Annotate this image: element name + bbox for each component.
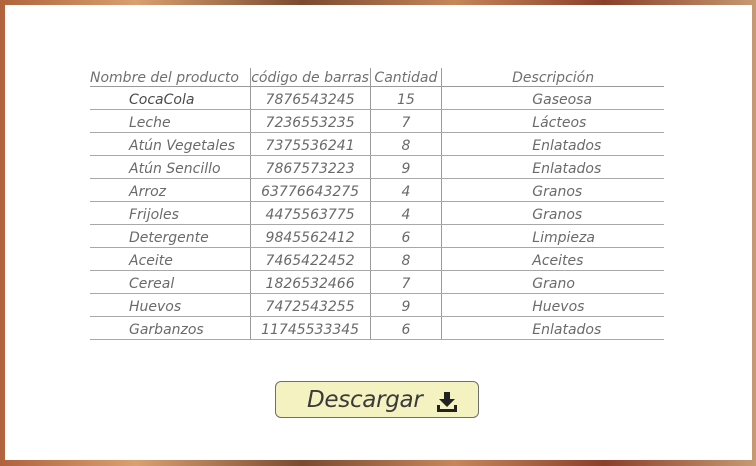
cell-barcode: 1826532466 xyxy=(249,270,371,294)
cell-product-name: Aceite xyxy=(129,253,173,269)
cell-barcode: 7472543255 xyxy=(249,293,371,317)
cell-barcode: 7465422452 xyxy=(249,247,371,271)
table-row: Detergente 9845562412 6 Limpieza xyxy=(90,224,664,248)
cell-description: Huevos xyxy=(441,293,664,317)
table-row: Garbanzos 11745533345 6 Enlatados xyxy=(90,316,664,340)
table-row: Huevos 7472543255 9 Huevos xyxy=(90,293,664,317)
cell-description: Aceites xyxy=(441,247,664,271)
cell-product-name: CocaCola xyxy=(129,92,195,108)
table-row: Aceite 7465422452 8 Aceites xyxy=(90,247,664,271)
cell-barcode: 63776643275 xyxy=(249,178,371,202)
download-button[interactable]: Descargar xyxy=(275,381,479,418)
cell-product-name: Atún Sencillo xyxy=(129,161,221,177)
cell-product-name: Cereal xyxy=(129,276,175,292)
cell-description: Enlatados xyxy=(441,316,664,340)
cell-barcode: 11745533345 xyxy=(249,316,371,340)
table-row: Cereal 1826532466 7 Grano xyxy=(90,270,664,294)
cell-product-name: Leche xyxy=(129,115,171,131)
cell-barcode: 4475563775 xyxy=(249,201,371,225)
table-row: Atún Sencillo 7867573223 9 Enlatados xyxy=(90,155,664,179)
cell-description: Lácteos xyxy=(441,109,664,133)
cell-quantity: 9 xyxy=(369,155,442,179)
cell-description: Limpieza xyxy=(441,224,664,248)
header-barcode: código de barras xyxy=(249,68,371,87)
cell-product-name: Frijoles xyxy=(129,207,179,223)
table-row: Frijoles 4475563775 4 Granos xyxy=(90,201,664,225)
header-description: Descripción xyxy=(441,68,664,87)
cell-product-name: Atún Vegetales xyxy=(129,138,235,154)
table-row: Atún Vegetales 7375536241 8 Enlatados xyxy=(90,132,664,156)
cell-quantity: 8 xyxy=(369,132,442,156)
cell-quantity: 4 xyxy=(369,178,442,202)
table-row: Leche 7236553235 7 Lácteos xyxy=(90,109,664,133)
cell-quantity: 4 xyxy=(369,201,442,225)
cell-description: Granos xyxy=(441,178,664,202)
cell-description: Granos xyxy=(441,201,664,225)
cell-barcode: 7375536241 xyxy=(249,132,371,156)
cell-quantity: 9 xyxy=(369,293,442,317)
cell-quantity: 7 xyxy=(369,270,442,294)
cell-product-name: Arroz xyxy=(129,184,167,200)
cell-description: Grano xyxy=(441,270,664,294)
cell-barcode: 9845562412 xyxy=(249,224,371,248)
header-product-name: Nombre del producto xyxy=(90,68,251,87)
cell-description: Gaseosa xyxy=(441,86,664,110)
table-row: CocaCola 7876543245 15 Gaseosa xyxy=(90,86,664,110)
cell-barcode: 7876543245 xyxy=(249,86,371,110)
table-header-row: Nombre del producto código de barras Can… xyxy=(90,68,664,87)
cell-quantity: 6 xyxy=(369,224,442,248)
cell-product-name: Huevos xyxy=(129,299,182,315)
cell-description: Enlatados xyxy=(441,155,664,179)
cell-quantity: 8 xyxy=(369,247,442,271)
cell-quantity: 15 xyxy=(369,86,442,110)
download-icon xyxy=(437,392,457,412)
download-button-label: Descargar xyxy=(307,386,423,413)
cell-quantity: 7 xyxy=(369,109,442,133)
table-row: Arroz 63776643275 4 Granos xyxy=(90,178,664,202)
header-quantity: Cantidad xyxy=(369,68,442,87)
cell-quantity: 6 xyxy=(369,316,442,340)
cell-barcode: 7867573223 xyxy=(249,155,371,179)
cell-product-name: Garbanzos xyxy=(129,322,204,338)
cell-barcode: 7236553235 xyxy=(249,109,371,133)
cell-description: Enlatados xyxy=(441,132,664,156)
product-table: Nombre del producto código de barras Can… xyxy=(90,68,664,340)
cell-product-name: Detergente xyxy=(129,230,209,246)
